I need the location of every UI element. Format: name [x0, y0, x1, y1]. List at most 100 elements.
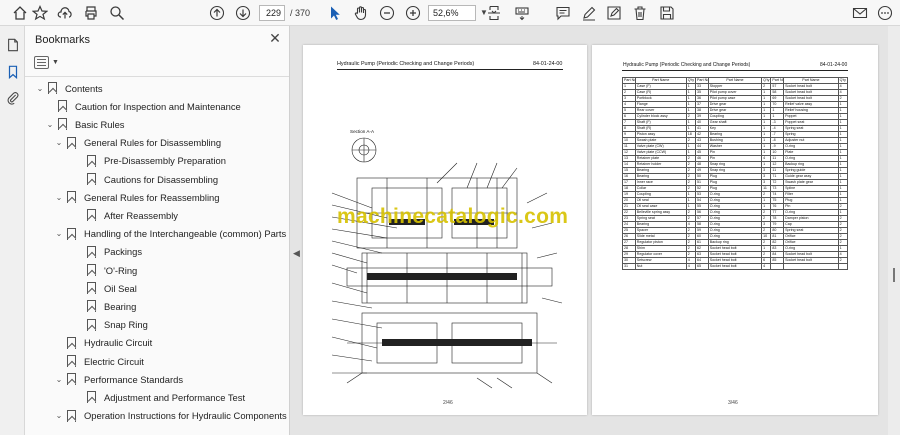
bookmark-label: After Reassembly — [104, 209, 178, 221]
home-icon[interactable] — [11, 4, 29, 22]
table-header-row: Part No Part Name Q'ty Part No Part Name Q'ty… — [622, 77, 849, 84]
upload-cloud-icon[interactable] — [56, 4, 74, 22]
chevron-down-icon[interactable]: ⌄ — [54, 411, 64, 420]
bookmark-panel-icon[interactable] — [4, 63, 21, 80]
main-toolbar: / 370 52,6% ▼ — [0, 0, 900, 26]
bookmark-item[interactable]: ⌄ Operation Instructions for Hydraulic Co… — [54, 407, 289, 425]
chevron-down-icon[interactable]: ⌄ — [54, 138, 64, 147]
bookmark-label: Cautions for Disassembling — [104, 173, 219, 185]
bookmark-item[interactable]: ⌄ General Rules for Disassembling — [54, 134, 221, 152]
bookmark-icon — [58, 100, 67, 113]
bookmark-item[interactable]: Adjustment and Performance Test — [74, 388, 245, 406]
bookmark-item[interactable]: ⌄ Contents — [35, 79, 103, 97]
bookmark-item[interactable]: Electric Circuit — [54, 352, 144, 370]
table-cell: 31 — [622, 263, 636, 270]
bookmark-item[interactable]: ⌄ Handling of the Interchangeable (common… — [54, 225, 286, 243]
page-fit-icon[interactable] — [485, 4, 503, 22]
table-cell — [783, 263, 839, 270]
select-cursor-icon[interactable] — [326, 4, 344, 22]
bookmark-label: General Rules for Disassembling — [84, 137, 222, 149]
viewer-scrollbar[interactable] — [888, 26, 900, 435]
page-number-input[interactable] — [259, 5, 285, 21]
table-cell: 4 — [685, 263, 697, 270]
bookmark-item[interactable]: 'O'-Ring — [74, 261, 137, 279]
bookmark-icon — [87, 391, 96, 404]
bookmark-icon — [67, 227, 76, 240]
bookmark-item[interactable]: ⌄ General Rules for Reassembling — [54, 188, 219, 206]
header-rule — [337, 69, 563, 70]
comment-icon[interactable] — [554, 4, 572, 22]
bookmark-item[interactable]: Packings — [74, 243, 142, 261]
page-header-code: 84-01-24-00 — [533, 61, 563, 67]
bookmark-icon — [67, 191, 76, 204]
pump-cross-section-drawing — [331, 137, 563, 389]
bookmark-label: Electric Circuit — [84, 355, 144, 367]
side-rail — [0, 26, 25, 435]
highlight-icon[interactable] — [605, 4, 623, 22]
table-cell: 65 — [695, 263, 709, 270]
chevron-down-icon[interactable]: ⌄ — [54, 229, 64, 238]
chevron-left-icon[interactable]: ◀ — [293, 248, 300, 259]
parts-list-table: Part No Part Name Q'ty Part No Part Name Q'ty… — [622, 77, 849, 270]
star-icon[interactable] — [31, 4, 49, 22]
bookmark-label: Performance Standards — [84, 373, 184, 385]
email-icon[interactable] — [851, 4, 869, 22]
bookmark-icon — [67, 373, 76, 386]
zoom-search-icon[interactable] — [108, 4, 126, 22]
bookmark-item[interactable]: Pre-Disassembly Preparation — [74, 152, 226, 170]
scroll-thumb[interactable] — [893, 268, 895, 282]
bookmark-label: Snap Ring — [104, 319, 148, 331]
bookmark-item[interactable]: Hydraulic Circuit — [54, 334, 152, 352]
bookmark-icon — [48, 82, 57, 94]
bookmark-label: Pre-Disassembly Preparation — [104, 155, 226, 167]
print-icon[interactable] — [82, 4, 100, 22]
attachment-icon[interactable] — [4, 89, 21, 106]
next-page-icon[interactable] — [234, 4, 252, 22]
bookmark-item[interactable]: After Reassembly — [74, 206, 178, 224]
divider — [25, 76, 289, 77]
bookmark-label: Packings — [104, 246, 143, 258]
list-options-icon — [34, 55, 49, 69]
bookmark-label: General Rules for Reassembling — [84, 191, 220, 203]
chevron-down-icon[interactable]: ⌄ — [54, 375, 64, 384]
chevron-down-icon[interactable]: ⌄ — [54, 193, 64, 202]
table-cell: 4 — [761, 263, 772, 270]
page-total-label: / 370 — [290, 8, 311, 18]
bookmark-label: Oil Seal — [104, 282, 137, 294]
bookmark-item[interactable]: Caution for Inspection and Maintenance — [45, 97, 241, 115]
document-page-right: Hydraulic Pump (Periodic Checking and Ch… — [592, 45, 878, 415]
bookmark-icon — [87, 209, 96, 222]
bookmark-icon — [67, 336, 76, 349]
bookmark-item[interactable]: ⌄ Performance Standards — [54, 370, 183, 388]
bookmark-item[interactable]: Cautions for Disassembling — [74, 170, 218, 188]
page-header-title: Hydraulic Pump (Periodic Checking and Ch… — [623, 62, 751, 68]
zoom-level-select[interactable]: 52,6% — [428, 5, 476, 21]
bookmark-item[interactable]: Oil Seal — [74, 279, 137, 297]
chevron-down-icon[interactable]: ⌄ — [45, 120, 55, 129]
page-thumbnails-icon[interactable] — [4, 36, 21, 53]
zoom-out-icon[interactable] — [378, 4, 396, 22]
more-options-icon[interactable] — [876, 4, 894, 22]
table-header-cell: Part No — [770, 77, 785, 84]
keyboard-scroll-icon[interactable] — [513, 4, 531, 22]
chevron-down-icon[interactable]: ⌄ — [35, 84, 45, 93]
save-icon[interactable] — [658, 4, 676, 22]
table-cell — [770, 263, 785, 270]
table-header-cell: Part No — [622, 77, 636, 84]
bookmark-item[interactable]: ⌄ Basic Rules — [45, 115, 125, 133]
watermark-text: machinecatalogic.com — [337, 205, 569, 228]
hand-tool-icon[interactable] — [352, 4, 370, 22]
delete-trash-icon[interactable] — [631, 4, 649, 22]
table-header-cell: Part No — [695, 77, 709, 84]
bookmark-options-button[interactable]: ▼ — [34, 54, 66, 70]
table-cell — [837, 263, 849, 270]
page-footer: 2/46 — [443, 400, 453, 406]
pen-draw-icon[interactable] — [580, 4, 598, 22]
bookmark-item[interactable]: Bearing — [74, 297, 136, 315]
close-icon[interactable]: ✕ — [268, 31, 282, 45]
bookmark-icon — [67, 409, 76, 422]
zoom-in-icon[interactable] — [404, 4, 422, 22]
bookmark-label: Basic Rules — [75, 118, 125, 130]
bookmark-item[interactable]: Snap Ring — [74, 316, 148, 334]
previous-page-icon[interactable] — [208, 4, 226, 22]
